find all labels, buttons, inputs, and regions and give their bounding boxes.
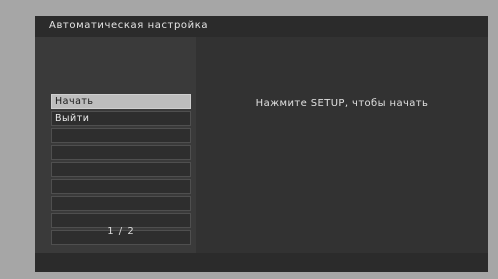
title-bar: Автоматическая настройка <box>35 16 488 37</box>
menu-item-empty <box>51 196 191 211</box>
info-panel <box>196 37 488 253</box>
instruction-message: Нажмите SETUP, чтобы начать <box>255 98 429 109</box>
menu-item-empty <box>51 128 191 143</box>
menu-item-empty <box>51 162 191 177</box>
menu-item-exit[interactable]: Выйти <box>51 111 191 126</box>
bottom-bar <box>35 253 488 272</box>
menu-item-empty <box>51 179 191 194</box>
menu-list: Начать Выйти <box>51 94 191 247</box>
page-indicator: 1 / 2 <box>107 226 135 237</box>
setup-screen: Автоматическая настройка Начать Выйти 1 … <box>35 16 488 272</box>
menu-item-start[interactable]: Начать <box>51 94 191 109</box>
screen-title: Автоматическая настройка <box>49 20 209 31</box>
menu-item-empty <box>51 145 191 160</box>
